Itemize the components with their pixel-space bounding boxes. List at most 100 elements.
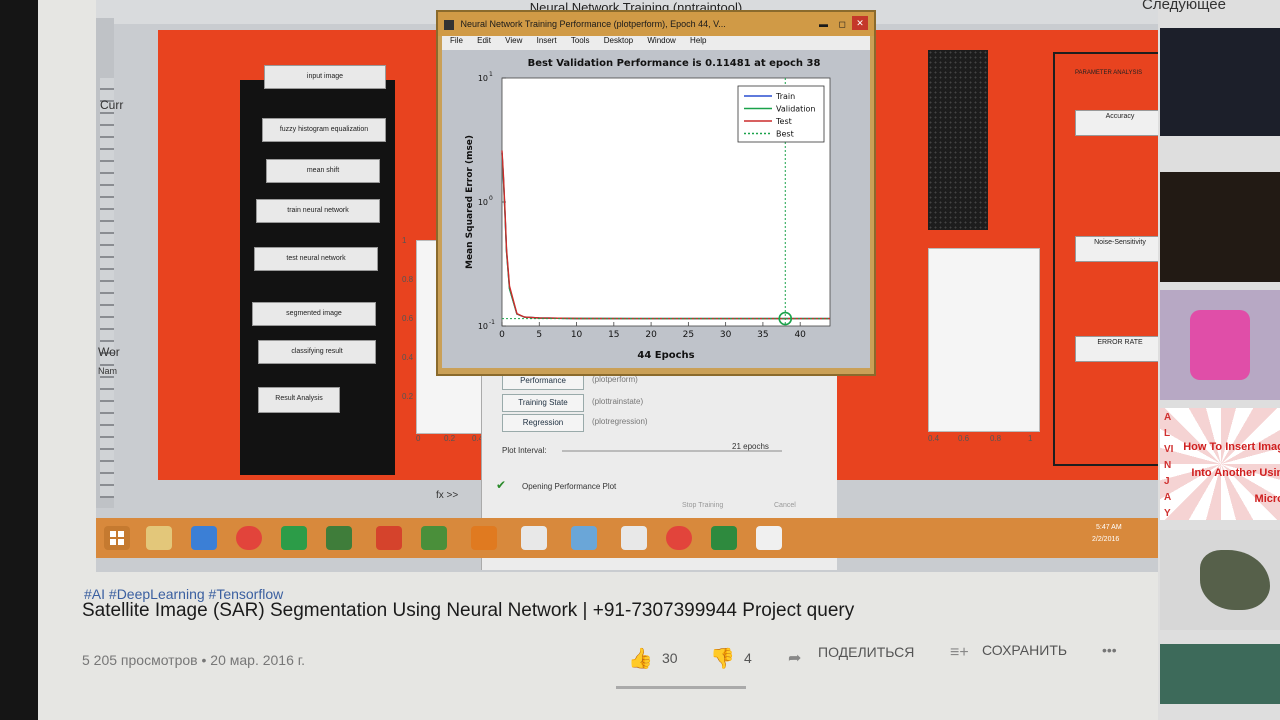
- plot-figure: Best Validation Performance is 0.11481 a…: [442, 50, 870, 368]
- y-tick-label: 10: [478, 198, 488, 207]
- file-list: [100, 78, 114, 498]
- y-tick-label: 10: [478, 322, 488, 331]
- like-icon[interactable]: 👍: [628, 646, 653, 671]
- document-icon[interactable]: [521, 526, 547, 550]
- chart-title: Best Validation Performance is 0.11481 a…: [528, 58, 821, 69]
- segmented-image-button[interactable]: segmented image: [252, 302, 376, 326]
- thumbnail-6[interactable]: [1160, 644, 1280, 704]
- save-button[interactable]: СОХРАНИТЬ: [982, 642, 1067, 658]
- current-folder-label: Curr: [100, 98, 124, 112]
- output-image-display: [928, 50, 988, 230]
- legend-label: Best: [776, 130, 794, 139]
- menu-window[interactable]: Window: [647, 36, 675, 45]
- plot-interval-value: 21 epochs: [732, 442, 769, 451]
- thumbnail-1[interactable]: [1160, 28, 1280, 136]
- up-next-sidebar: Следующее ALVINJAY How To Insert Image I…: [1142, 0, 1280, 720]
- mean-shift-button[interactable]: mean shift: [266, 159, 380, 183]
- x-tick-label: 30: [720, 330, 732, 340]
- close-icon[interactable]: ✕: [852, 16, 868, 30]
- menu-tools[interactable]: Tools: [571, 36, 590, 45]
- noise-sensitivity-button[interactable]: Noise-Sensitivity: [1075, 236, 1165, 262]
- start-icon[interactable]: [104, 526, 130, 550]
- save-icon[interactable]: ≡+: [950, 644, 969, 662]
- thumbnail-2[interactable]: [1160, 172, 1280, 282]
- maximize-icon[interactable]: ◻: [839, 12, 846, 36]
- terrain-image: [1200, 550, 1270, 610]
- image-viewer-icon[interactable]: [326, 526, 352, 550]
- clock-time: 5:47 AM: [1096, 524, 1122, 531]
- y-tick-exponent: 1: [489, 71, 493, 78]
- chart-legend: Train Validation Test Best: [737, 85, 825, 143]
- minimize-icon[interactable]: ▬: [819, 12, 828, 36]
- input-image-button[interactable]: input image: [264, 65, 386, 89]
- excel-icon[interactable]: [281, 526, 307, 550]
- share-icon[interactable]: ➦: [788, 648, 801, 668]
- menu-view[interactable]: View: [505, 36, 522, 45]
- clock-date: 2/2/2016: [1092, 536, 1120, 543]
- video-info: #AI #DeepLearning #Tensorflow Satellite …: [38, 570, 1168, 720]
- internet-explorer-icon[interactable]: [191, 526, 217, 550]
- chrome-icon-2[interactable]: [666, 526, 692, 550]
- x-tick-label: 10: [571, 330, 583, 340]
- result-analysis-button[interactable]: Result Analysis: [258, 387, 340, 413]
- menu-edit[interactable]: Edit: [477, 36, 491, 45]
- x-tick-label: 5: [536, 330, 542, 340]
- cancel-button[interactable]: Cancel: [774, 502, 796, 509]
- thumbnail-5[interactable]: [1160, 530, 1280, 630]
- codeblocks-icon[interactable]: [756, 526, 782, 550]
- legend-label: Validation: [776, 105, 816, 114]
- more-actions-button[interactable]: •••: [1102, 642, 1117, 658]
- x-tick-label: 35: [757, 330, 768, 340]
- sentiment-bar: [616, 686, 746, 689]
- share-button[interactable]: ПОДЕЛИТЬСЯ: [818, 644, 914, 660]
- menu-insert[interactable]: Insert: [537, 36, 557, 45]
- test-network-button[interactable]: test neural network: [254, 247, 378, 271]
- stop-training-button[interactable]: Stop Training: [682, 502, 723, 509]
- dislike-icon[interactable]: 👎: [710, 646, 735, 671]
- axis-tick: 1: [1028, 434, 1033, 443]
- pdf-icon[interactable]: [376, 526, 402, 550]
- right-result-axes: [928, 248, 1040, 432]
- x-tick-label: 40: [794, 330, 806, 340]
- camtasia-icon[interactable]: [711, 526, 737, 550]
- file-explorer-icon[interactable]: [146, 526, 172, 550]
- workspace-label: Wor: [98, 345, 120, 359]
- fuzzy-histogram-button[interactable]: fuzzy histogram equalization: [262, 118, 386, 142]
- thumbnail-vertical-text: ALVINJAY: [1164, 412, 1174, 519]
- toy-car-image: [1190, 310, 1250, 380]
- menu-file[interactable]: File: [450, 36, 463, 45]
- plot-hint: (plotregression): [592, 417, 648, 426]
- error-rate-button[interactable]: ERROR RATE: [1075, 336, 1165, 362]
- axis-tick: 0.4: [928, 434, 940, 443]
- train-network-button[interactable]: train neural network: [256, 199, 380, 223]
- screen-icon[interactable]: [571, 526, 597, 550]
- plot-icon[interactable]: [621, 526, 647, 550]
- menu-desktop[interactable]: Desktop: [604, 36, 633, 45]
- torrent-icon[interactable]: [421, 526, 447, 550]
- thumbnail-3[interactable]: [1160, 290, 1280, 400]
- axis-tick: 0.8: [990, 434, 1002, 443]
- thumbnail-4[interactable]: ALVINJAY How To Insert Image Into Anothe…: [1160, 408, 1280, 520]
- accuracy-button[interactable]: Accuracy: [1075, 110, 1165, 136]
- status-text: Opening Performance Plot: [522, 482, 617, 491]
- regression-button[interactable]: Regression: [502, 414, 584, 432]
- training-state-button[interactable]: Training State: [502, 394, 584, 412]
- axis-tick: 0.6: [958, 434, 970, 443]
- menu-help[interactable]: Help: [690, 36, 706, 45]
- axis-tick: 0.6: [402, 314, 414, 323]
- classifying-result-button[interactable]: classifying result: [258, 340, 376, 364]
- plot-window-title: Neural Network Training Performance (plo…: [438, 12, 874, 36]
- plot-hint: (plottrainstate): [592, 397, 644, 406]
- plot-menu-bar: File Edit View Insert Tools Desktop Wind…: [442, 36, 870, 50]
- legend-label: Test: [775, 117, 792, 126]
- matlab-side-panel: [96, 18, 114, 508]
- thumbnail-text: How To Insert Image Into Another Using M…: [1183, 441, 1280, 505]
- axis-tick: 0: [416, 434, 421, 443]
- x-axis-label: 44 Epochs: [637, 350, 694, 361]
- video-player[interactable]: Neural Network Training (nntraintool) Cu…: [96, 0, 1176, 572]
- axis-tick: 0.8: [402, 275, 414, 284]
- plot-interval-label: Plot Interval:: [502, 446, 547, 455]
- chrome-icon[interactable]: [236, 526, 262, 550]
- matlab-icon[interactable]: [471, 526, 497, 550]
- x-tick-label: 0: [499, 330, 505, 340]
